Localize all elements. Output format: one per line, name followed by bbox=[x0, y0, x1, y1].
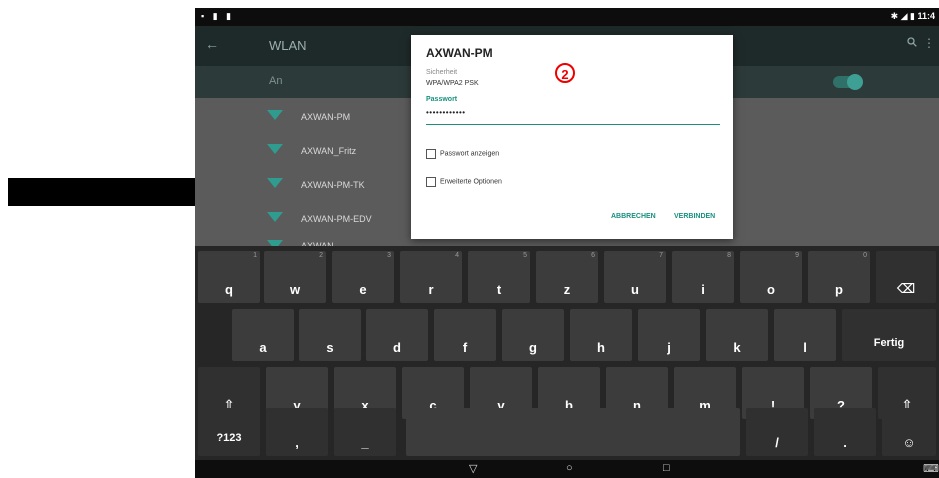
key-k[interactable]: k bbox=[706, 309, 768, 361]
wifi-signal-icon bbox=[267, 178, 283, 190]
key-d[interactable]: d bbox=[366, 309, 428, 361]
backspace-key[interactable]: ⌫ bbox=[876, 251, 936, 303]
space-key[interactable] bbox=[406, 408, 740, 456]
key-p[interactable]: 0p bbox=[808, 251, 870, 303]
comma-key[interactable]: , bbox=[266, 408, 328, 456]
network-name: AXWAN-PM-TK bbox=[301, 180, 365, 190]
status-icons-clock: ✱ ◢ ▮ 11:4 bbox=[890, 11, 935, 21]
key-e[interactable]: 3e bbox=[332, 251, 394, 303]
advanced-options-checkbox[interactable]: Erweiterte Optionen bbox=[426, 177, 502, 191]
key-t[interactable]: 5t bbox=[468, 251, 530, 303]
security-label: Sicherheit bbox=[426, 69, 458, 76]
key-q[interactable]: 1q bbox=[198, 251, 260, 303]
keyboard-switch-icon[interactable]: ⌨ bbox=[923, 462, 939, 475]
checkbox-icon[interactable] bbox=[426, 177, 436, 187]
nav-home-icon[interactable]: ○ bbox=[566, 462, 573, 474]
page-title: WLAN bbox=[269, 38, 307, 53]
tablet-screen: ▪ ▮ ▮ ✱ ◢ ▮ 11:4 ← WLAN ⋮ An AXWAN-PM AX… bbox=[195, 8, 939, 478]
notification-icons: ▪ ▮ ▮ bbox=[201, 11, 235, 21]
key-f[interactable]: f bbox=[434, 309, 496, 361]
key-i[interactable]: 8i bbox=[672, 251, 734, 303]
dialog-title: AXWAN-PM bbox=[426, 46, 493, 60]
security-value: WPA/WPA2 PSK bbox=[426, 80, 479, 87]
key-h[interactable]: h bbox=[570, 309, 632, 361]
back-arrow-icon[interactable]: ← bbox=[205, 36, 219, 52]
nav-recents-icon[interactable]: □ bbox=[663, 462, 670, 474]
backspace-icon: ⌫ bbox=[896, 281, 916, 296]
network-name: AXWAN-PM bbox=[301, 112, 351, 122]
wifi-signal-icon bbox=[267, 110, 283, 122]
show-password-label: Passwort anzeigen bbox=[440, 150, 500, 158]
step-marker: 2 bbox=[555, 63, 575, 83]
status-bar: ▪ ▮ ▮ ✱ ◢ ▮ 11:4 bbox=[195, 8, 939, 26]
done-key[interactable]: Fertig bbox=[842, 309, 936, 361]
checkbox-icon[interactable] bbox=[426, 149, 436, 159]
on-screen-keyboard: 1q 2w 3e 4r 5t 6z 7u 8i 9o 0p ⌫ a s d f … bbox=[195, 246, 939, 460]
more-options-icon[interactable]: ⋮ bbox=[923, 36, 935, 50]
search-icon[interactable] bbox=[907, 36, 917, 50]
key-s[interactable]: s bbox=[299, 309, 361, 361]
show-password-checkbox[interactable]: Passwort anzeigen bbox=[426, 149, 499, 163]
callout-bar bbox=[8, 178, 195, 206]
key-o[interactable]: 9o bbox=[740, 251, 802, 303]
key-g[interactable]: g bbox=[502, 309, 564, 361]
nav-back-icon[interactable]: ▽ bbox=[469, 462, 477, 475]
symbols-key[interactable]: ?123 bbox=[198, 408, 260, 456]
wlan-toggle[interactable] bbox=[833, 74, 863, 90]
key-w[interactable]: 2w bbox=[264, 251, 326, 303]
wifi-connect-dialog: AXWAN-PM 2 Sicherheit WPA/WPA2 PSK Passw… bbox=[411, 35, 733, 239]
wlan-switch-label: An bbox=[269, 75, 283, 87]
period-key[interactable]: . bbox=[814, 408, 876, 456]
advanced-options-label: Erweiterte Optionen bbox=[440, 178, 502, 186]
key-r[interactable]: 4r bbox=[400, 251, 462, 303]
slash-key[interactable]: / bbox=[746, 408, 808, 456]
key-j[interactable]: j bbox=[638, 309, 700, 361]
network-name: AXWAN_Fritz bbox=[301, 146, 357, 156]
network-name: AXWAN-PM-EDV bbox=[301, 214, 372, 224]
underscore-key[interactable]: _ bbox=[334, 408, 396, 456]
toggle-knob bbox=[847, 74, 863, 90]
wifi-signal-icon bbox=[267, 144, 283, 156]
emoji-key[interactable]: ☺ bbox=[882, 408, 936, 456]
password-input-underline bbox=[426, 124, 720, 125]
navigation-bar: ▽ ○ □ ⌨ bbox=[195, 460, 939, 478]
key-a[interactable]: a bbox=[232, 309, 294, 361]
password-label: Passwort bbox=[426, 96, 458, 103]
cancel-button[interactable]: ABBRECHEN bbox=[611, 213, 656, 220]
emoji-icon: ☺ bbox=[902, 435, 916, 450]
connect-button[interactable]: VERBINDEN bbox=[674, 213, 715, 220]
wifi-signal-icon bbox=[267, 212, 283, 224]
key-l[interactable]: l bbox=[774, 309, 836, 361]
key-z[interactable]: 6z bbox=[536, 251, 598, 303]
key-u[interactable]: 7u bbox=[604, 251, 666, 303]
password-input[interactable]: •••••••••••• bbox=[426, 108, 466, 117]
